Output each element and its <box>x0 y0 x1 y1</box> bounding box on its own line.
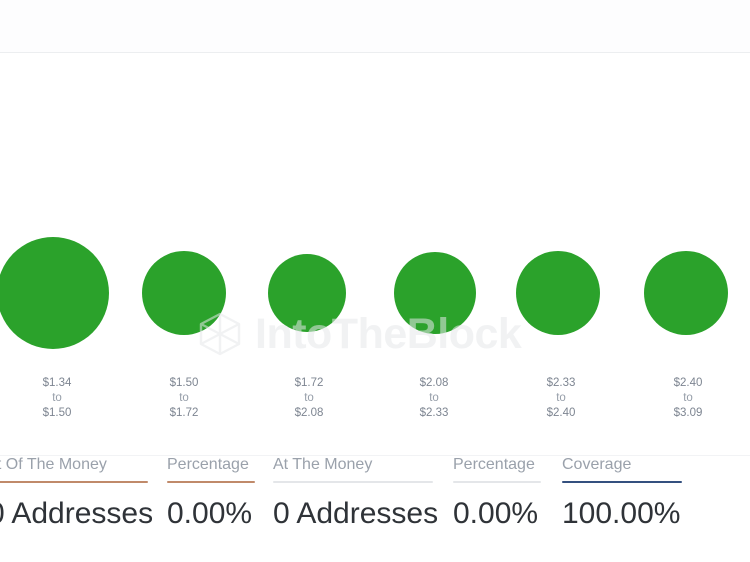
metrics-summary-row: ut Of The Money 0 Addresses Percentage 0.00… <box>0 455 750 562</box>
metric-underline <box>453 481 541 483</box>
price-range-from: $1.72 <box>294 377 324 389</box>
bubble-point[interactable] <box>268 254 346 332</box>
metric-block: At The Money 0 Addresses <box>273 455 439 562</box>
price-range-to: $3.09 <box>673 407 703 419</box>
metric-value: 0.00% <box>453 497 539 530</box>
bubble-point[interactable] <box>142 251 226 335</box>
metric-value: 100.00% <box>562 497 681 530</box>
price-range-to: $2.40 <box>546 407 576 419</box>
price-range-from: $1.50 <box>169 377 199 389</box>
bubble-plot[interactable] <box>0 52 750 372</box>
intotheblock-in-out-of-money-widget: IntoTheBlock $1.34 to $1.50 $1.50 to $1.72 $1.… <box>0 0 750 562</box>
price-range-separator: to <box>556 392 566 404</box>
price-range-from: $2.33 <box>546 377 576 389</box>
metric-underline <box>0 481 148 483</box>
price-range-from: $2.40 <box>673 377 703 389</box>
metric-block: Coverage 100.00% <box>562 455 682 562</box>
metric-underline <box>273 481 433 483</box>
metric-block: ut Of The Money 0 Addresses <box>0 455 154 562</box>
price-range-label: $1.34 to $1.50 <box>12 376 102 421</box>
price-range-to: $2.33 <box>419 407 449 419</box>
price-range-axis-labels: $1.34 to $1.50 $1.50 to $1.72 $1.72 to $2.08 $2.0… <box>0 376 750 432</box>
price-range-to: $2.08 <box>294 407 324 419</box>
price-range-to: $1.50 <box>42 407 72 419</box>
metric-value: 0 Addresses <box>0 497 154 530</box>
metric-underline <box>167 481 255 483</box>
metric-value: 0.00% <box>167 497 253 530</box>
price-range-separator: to <box>429 392 439 404</box>
price-range-separator: to <box>304 392 314 404</box>
metric-label: ut Of The Money <box>0 456 107 473</box>
bubble-point[interactable] <box>0 237 109 349</box>
metric-label: At The Money <box>273 456 373 473</box>
price-range-label: $2.40 to $3.09 <box>643 376 733 421</box>
metric-block: Percentage 0.00% <box>453 455 541 562</box>
metric-value: 0 Addresses <box>273 497 439 530</box>
price-range-to: $1.72 <box>169 407 199 419</box>
metric-block: Percentage 0.00% <box>167 455 255 562</box>
metric-label: Coverage <box>562 456 632 473</box>
price-range-label: $1.50 to $1.72 <box>139 376 229 421</box>
price-range-from: $2.08 <box>419 377 449 389</box>
price-range-label: $2.33 to $2.40 <box>516 376 606 421</box>
bubble-point[interactable] <box>394 252 476 334</box>
metric-label: Percentage <box>167 456 249 473</box>
bubble-point[interactable] <box>644 251 728 335</box>
metric-label: Percentage <box>453 456 535 473</box>
price-range-label: $2.08 to $2.33 <box>389 376 479 421</box>
price-range-label: $1.72 to $2.08 <box>264 376 354 421</box>
price-range-separator: to <box>179 392 189 404</box>
bubble-point[interactable] <box>516 251 600 335</box>
price-range-from: $1.34 <box>42 377 72 389</box>
price-range-separator: to <box>52 392 62 404</box>
metric-underline <box>562 481 682 483</box>
price-range-separator: to <box>683 392 693 404</box>
chart-top-blank-area <box>0 0 750 52</box>
